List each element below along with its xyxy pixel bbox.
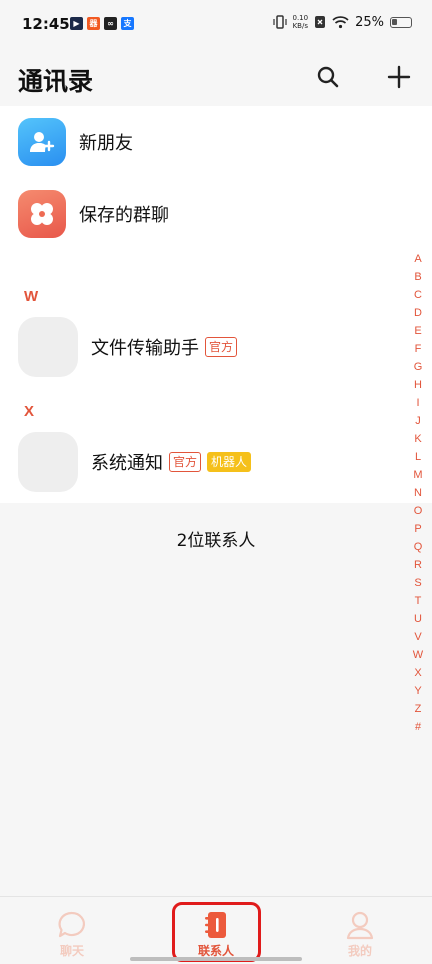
chat-icon xyxy=(57,910,87,940)
alpha-index-item[interactable]: W xyxy=(413,646,423,664)
official-tag: 官方 xyxy=(205,337,238,357)
alpha-index-item[interactable]: U xyxy=(414,610,422,628)
section-letter-w: W xyxy=(24,288,39,305)
avatar xyxy=(18,432,78,492)
wifi-icon xyxy=(332,16,349,29)
alpha-index-item[interactable]: D xyxy=(414,304,422,322)
alpha-index-item[interactable]: M xyxy=(413,466,422,484)
alpha-index-item[interactable]: K xyxy=(414,430,421,448)
contact-name: 系统通知 xyxy=(91,453,163,474)
alpha-index-item[interactable]: Q xyxy=(414,538,423,556)
alpha-index-item[interactable]: J xyxy=(415,412,421,430)
net-speed-value: 0.10 xyxy=(292,14,309,22)
net-speed-unit: KB/s xyxy=(292,22,308,30)
alpha-index-item[interactable]: A xyxy=(414,250,421,268)
page-title: 通讯录 xyxy=(18,67,94,96)
group-chat-icon xyxy=(18,190,66,238)
alpha-index-item[interactable]: T xyxy=(415,592,422,610)
alpha-index-item[interactable]: V xyxy=(414,628,421,646)
profile-icon xyxy=(345,910,375,940)
alpha-index-item[interactable]: Y xyxy=(414,682,421,700)
nav-profile[interactable]: 我的 xyxy=(310,897,410,964)
alpha-index-item[interactable]: R xyxy=(414,556,422,574)
status-time: 12:45 xyxy=(22,15,70,33)
alipay-icon: 支 xyxy=(121,17,134,30)
avatar xyxy=(18,317,78,377)
home-indicator xyxy=(130,957,302,961)
alpha-index-item[interactable]: Z xyxy=(415,700,422,718)
alpha-index-item[interactable]: B xyxy=(414,268,421,286)
highlight-annotation xyxy=(172,902,261,962)
alpha-index-item[interactable]: I xyxy=(416,394,419,412)
add-user-icon xyxy=(18,118,66,166)
alpha-index-item[interactable]: X xyxy=(414,664,421,682)
nav-profile-label: 我的 xyxy=(347,944,372,958)
alpha-index-item[interactable]: G xyxy=(414,358,423,376)
nav-chat[interactable]: 聊天 xyxy=(22,897,122,964)
contact-name: 文件传输助手 xyxy=(91,338,199,359)
new-friends-label: 新朋友 xyxy=(79,133,133,154)
saved-groups-row[interactable]: 保存的群聊 xyxy=(0,190,400,238)
contacts-list: 新朋友 保存的群聊 W 文件传输助手 官方 X 系统通知 官方 机器人 xyxy=(0,106,432,503)
shop-icon: 器 xyxy=(87,17,100,30)
battery-icon xyxy=(390,16,412,28)
alphabet-index[interactable]: A B C D E F G H I J K L M N O P Q R S T U V W X Y Z # xyxy=(410,250,426,736)
section-letter-x: X xyxy=(24,403,35,420)
saved-groups-label: 保存的群聊 xyxy=(79,205,169,226)
official-tag: 官方 xyxy=(169,452,202,472)
header: 通讯录 xyxy=(0,52,432,106)
new-friends-row[interactable]: 新朋友 xyxy=(0,118,400,166)
alpha-index-item[interactable]: C xyxy=(414,286,422,304)
status-app-icons: ▶ 器 ∞ 支 xyxy=(70,17,134,30)
alpha-index-item[interactable]: N xyxy=(414,484,422,502)
alpha-index-item[interactable]: # xyxy=(415,718,421,736)
contact-row-file-transfer[interactable]: 文件传输助手 官方 xyxy=(0,316,400,378)
contact-count: 2位联系人 xyxy=(176,531,256,551)
alpha-index-item[interactable]: O xyxy=(414,502,423,520)
sim-icon xyxy=(315,16,326,28)
play-icon: ▶ xyxy=(70,17,83,30)
alpha-index-item[interactable]: F xyxy=(415,340,422,358)
net-speed: 0.10 KB/s xyxy=(293,14,309,30)
status-bar: 12:45 ▶ 器 ∞ 支 0.10 KB/s 25% xyxy=(0,0,432,52)
alpha-index-item[interactable]: E xyxy=(414,322,421,340)
alpha-index-item[interactable]: L xyxy=(415,448,421,466)
vibrate-icon xyxy=(272,15,287,29)
plus-icon[interactable] xyxy=(384,62,414,92)
search-icon[interactable] xyxy=(313,62,343,92)
status-indicators: 0.10 KB/s 25% xyxy=(272,14,412,30)
link-icon: ∞ xyxy=(104,17,117,30)
nav-chat-label: 聊天 xyxy=(59,944,84,958)
alpha-index-item[interactable]: P xyxy=(414,520,421,538)
contact-row-system-notice[interactable]: 系统通知 官方 机器人 xyxy=(0,431,400,493)
robot-tag: 机器人 xyxy=(207,452,252,472)
alpha-index-item[interactable]: H xyxy=(414,376,422,394)
alpha-index-item[interactable]: S xyxy=(414,574,421,592)
battery-text: 25% xyxy=(355,14,384,30)
